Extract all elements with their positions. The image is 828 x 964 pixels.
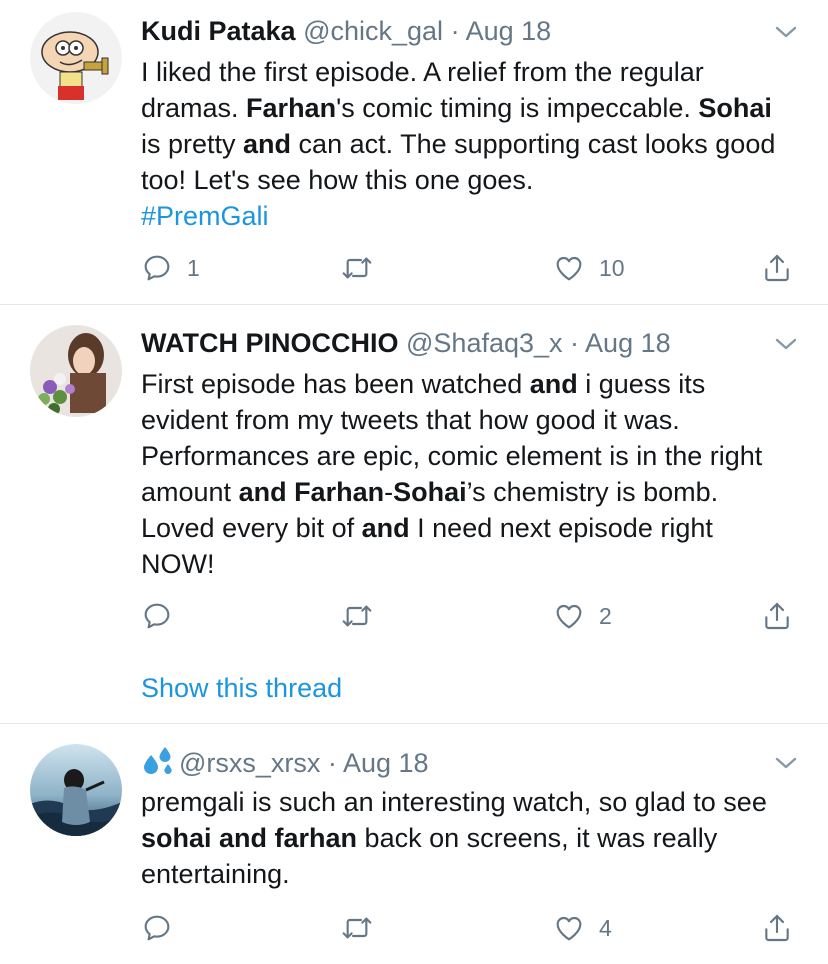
- reply-button[interactable]: [141, 598, 173, 634]
- heart-icon: [556, 256, 582, 281]
- reply-button[interactable]: 1: [141, 250, 200, 286]
- separator: ·: [320, 748, 343, 778]
- retweet-icon: [342, 605, 372, 627]
- bold-text: Sohai: [698, 93, 772, 123]
- display-name[interactable]: Kudi Pataka: [141, 16, 296, 46]
- avatar[interactable]: [30, 744, 122, 836]
- retweet-button[interactable]: [341, 250, 373, 286]
- retweet-icon: [342, 257, 372, 279]
- timestamp[interactable]: Aug 18: [585, 328, 671, 358]
- like-count: 10: [599, 254, 625, 281]
- like-count: 4: [599, 914, 612, 941]
- share-icon: [765, 254, 789, 282]
- user-handle[interactable]: @rsxs_xrsx: [179, 748, 320, 778]
- share-icon: [765, 914, 789, 942]
- timestamp[interactable]: Aug 18: [466, 16, 552, 46]
- reply-count: 1: [187, 254, 200, 281]
- display-name[interactable]: WATCH PINOCCHIO: [141, 328, 399, 358]
- chevron-down-icon[interactable]: [774, 755, 798, 771]
- share-button[interactable]: [761, 598, 793, 634]
- text-run: 's comic timing is impeccable.: [336, 93, 699, 123]
- separator: ·: [562, 328, 586, 358]
- text-run: First episode has been watched: [141, 369, 530, 399]
- avatar-photo-image: [30, 325, 122, 417]
- tweet-2[interactable]: WATCH PINOCCHIO @Shafaq3_x · Aug 18 Firs…: [0, 305, 828, 723]
- avatar-cartoon-image: [30, 12, 122, 104]
- reply-icon: [144, 603, 170, 629]
- like-button[interactable]: 10: [553, 250, 625, 286]
- avatar[interactable]: [30, 325, 122, 417]
- retweet-button[interactable]: [341, 598, 373, 634]
- tweet-header: WATCH PINOCCHIO @Shafaq3_x · Aug 18: [141, 326, 758, 360]
- bold-text: Farhan: [246, 93, 337, 123]
- chevron-down-icon[interactable]: [774, 24, 798, 40]
- avatar[interactable]: [30, 12, 122, 104]
- show-thread-link[interactable]: Show this thread: [141, 671, 342, 705]
- tweet-text: premgali is such an interesting watch, s…: [141, 784, 788, 892]
- tweet-3[interactable]: @rsxs_xrsx · Aug 18 premgali is such an …: [0, 724, 828, 964]
- bold-text: sohai and farhan: [141, 823, 358, 853]
- like-button[interactable]: 2: [553, 598, 612, 634]
- tweet-actions: 4: [141, 910, 801, 946]
- heart-icon: [556, 916, 582, 941]
- tweet-text: I liked the first episode. A relief from…: [141, 54, 788, 234]
- reply-icon: [144, 915, 170, 941]
- tweet-header: @rsxs_xrsx · Aug 18: [141, 746, 758, 780]
- tweet-1[interactable]: Kudi Pataka @chick_gal · Aug 18 I liked …: [0, 0, 828, 304]
- text-run: is pretty: [141, 129, 244, 159]
- share-icon: [765, 602, 789, 630]
- like-button[interactable]: 4: [553, 910, 612, 946]
- bold-text: and Farhan: [238, 477, 385, 507]
- tweet-text: First episode has been watched and i gue…: [141, 366, 788, 582]
- reply-button[interactable]: [141, 910, 173, 946]
- tweet-header: Kudi Pataka @chick_gal · Aug 18: [141, 14, 758, 48]
- reply-icon: [144, 255, 170, 281]
- bold-text: and: [243, 129, 292, 159]
- bold-text: and: [361, 513, 410, 543]
- heart-icon: [556, 604, 582, 629]
- user-handle[interactable]: @Shafaq3_x: [406, 328, 563, 358]
- tweet-actions: 1 10: [141, 250, 801, 286]
- share-button[interactable]: [761, 910, 793, 946]
- hashtag-link[interactable]: #PremGali: [141, 201, 269, 231]
- droplets-emoji-icon: [144, 747, 172, 774]
- like-count: 2: [599, 602, 612, 629]
- retweet-button[interactable]: [341, 910, 373, 946]
- bold-text: Sohai: [393, 477, 467, 507]
- text-run: premgali is such an interesting watch, s…: [141, 787, 767, 817]
- text-run: -: [384, 477, 394, 507]
- separator: ·: [443, 16, 466, 46]
- timestamp[interactable]: Aug 18: [343, 748, 429, 778]
- user-handle[interactable]: @chick_gal: [303, 16, 443, 46]
- share-button[interactable]: [761, 250, 793, 286]
- retweet-icon: [342, 917, 372, 939]
- chevron-down-icon[interactable]: [774, 336, 798, 352]
- tweet-actions: 2: [141, 598, 801, 634]
- avatar-photo-image: [30, 744, 122, 836]
- bold-text: and: [529, 369, 578, 399]
